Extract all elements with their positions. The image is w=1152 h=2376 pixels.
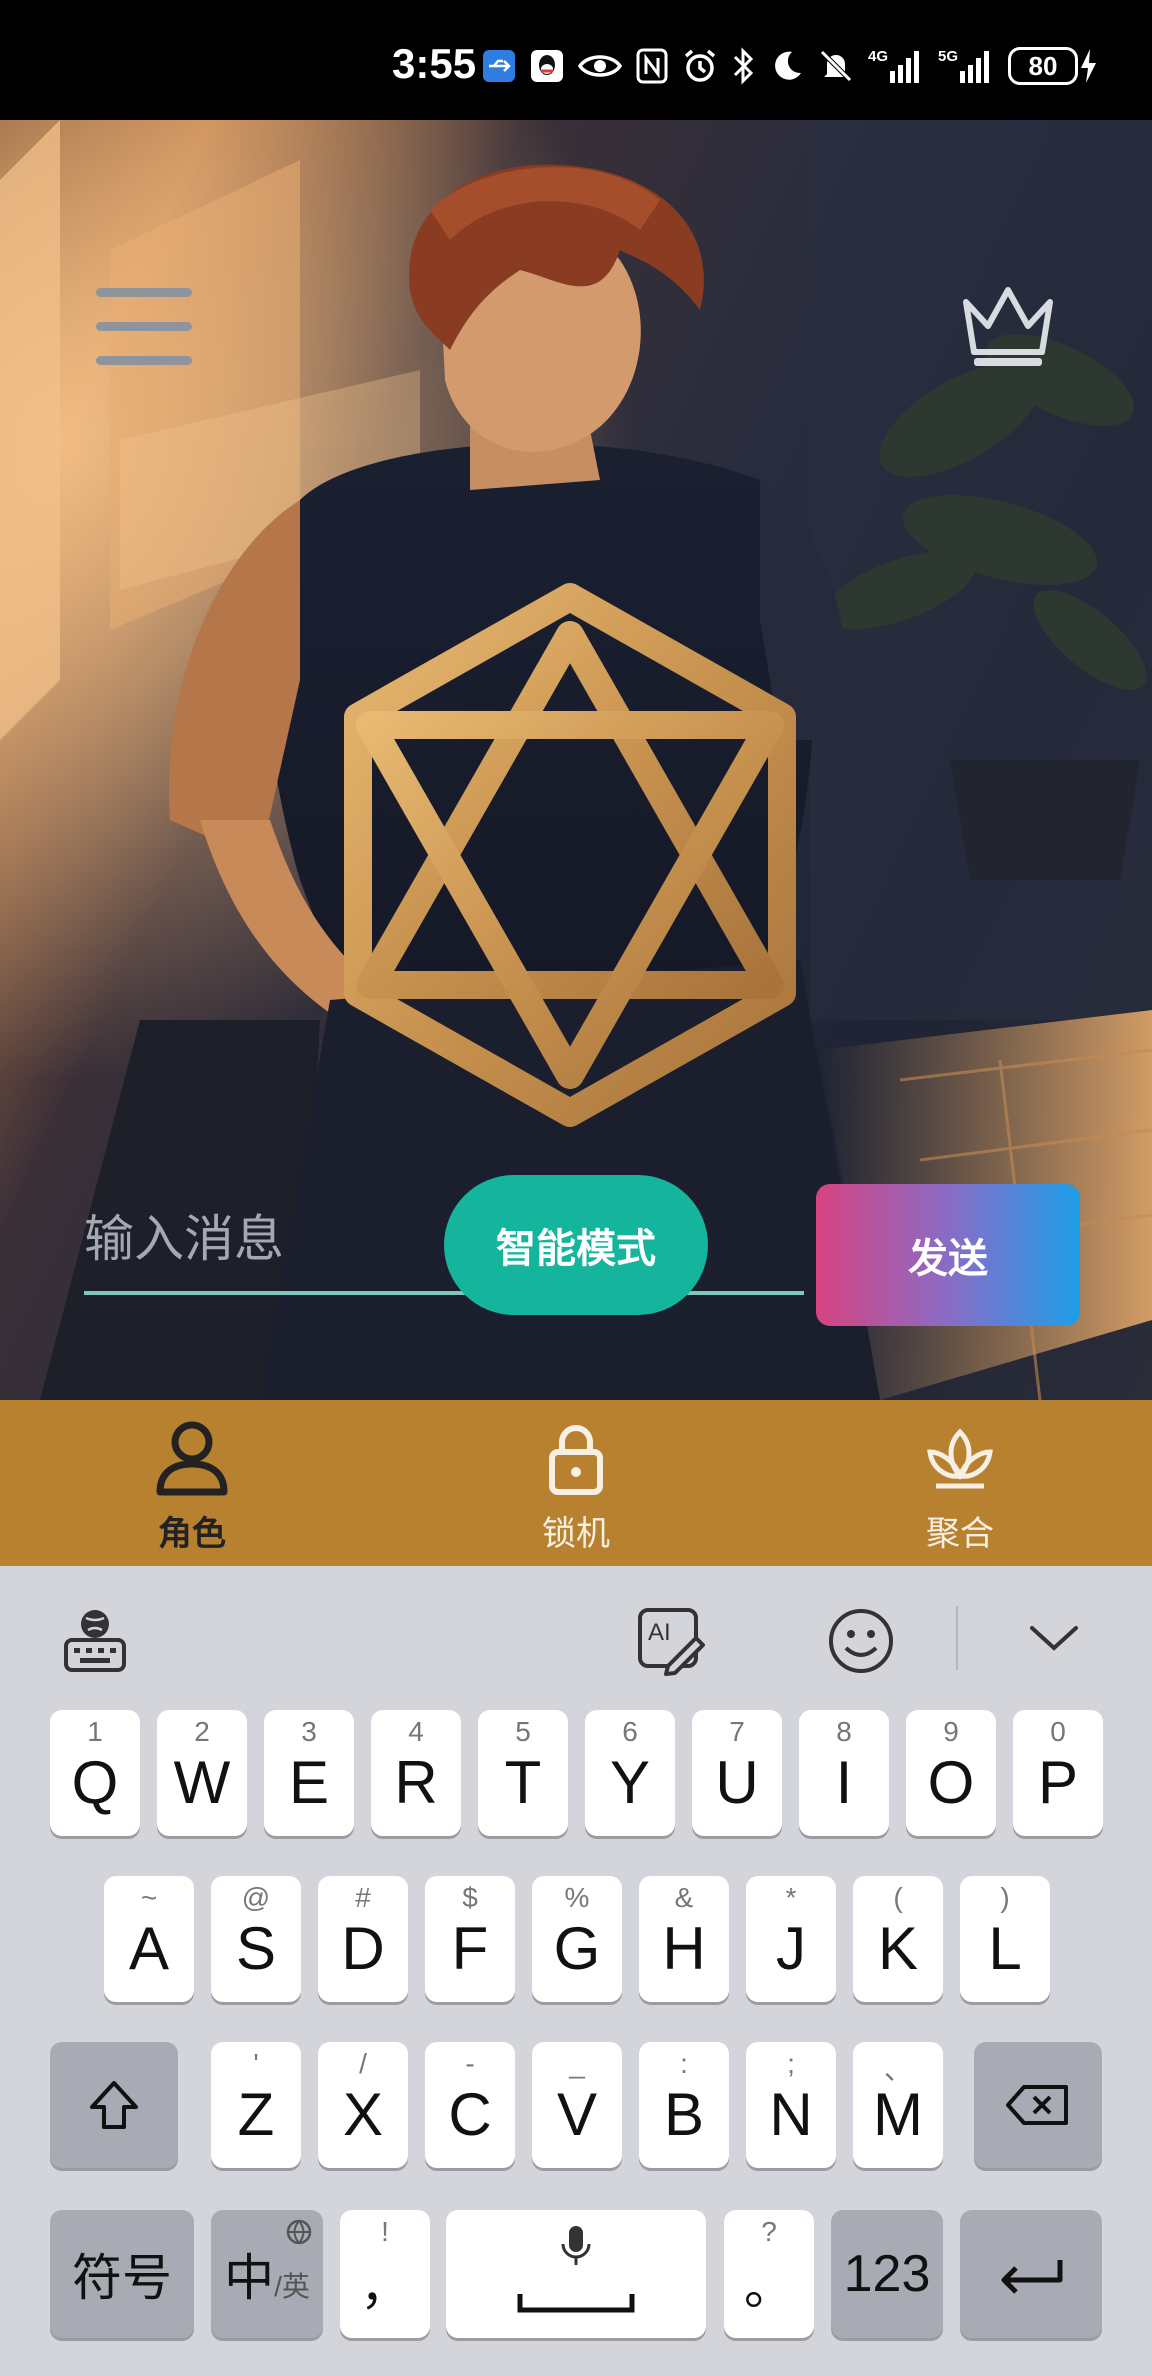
soft-keyboard: AI 1Q 2W 3E 4R 5T 6Y 7U 8I 9O 0P ~ A @ S #… <box>0 1566 1152 2376</box>
key-a[interactable]: ~ A <box>104 1876 194 2002</box>
hamburger-menu-icon[interactable] <box>96 280 192 376</box>
key-p[interactable]: 0P <box>1013 1710 1103 1836</box>
globe-icon <box>286 2219 312 2245</box>
key-k[interactable]: (K <box>853 1876 943 2002</box>
toolbar-divider <box>956 1606 958 1670</box>
key-w[interactable]: 2W <box>157 1710 247 1836</box>
key-m[interactable]: 、 M <box>853 2042 943 2168</box>
svg-text:AI: AI <box>648 1619 671 1646</box>
svg-text:5G: 5G <box>938 48 958 65</box>
key-l[interactable]: ) L <box>960 1876 1050 2002</box>
smart-mode-button[interactable]: 智能模式 <box>444 1175 708 1315</box>
key-o[interactable]: 9O <box>906 1710 996 1836</box>
key-h[interactable]: & H <box>639 1876 729 2002</box>
key-r[interactable]: 4R <box>371 1710 461 1836</box>
key-y[interactable]: 6Y <box>585 1710 675 1836</box>
input-underline <box>84 1291 804 1295</box>
key-d[interactable]: # D <box>318 1876 408 2002</box>
keyboard-toolbar: AI <box>0 1566 1152 1714</box>
backspace-icon <box>1006 2085 1068 2125</box>
shift-icon <box>90 2081 138 2129</box>
ai-write-icon[interactable]: AI <box>636 1606 706 1676</box>
key-n[interactable]: ; N <box>746 2042 836 2168</box>
period-key[interactable]: ?。 <box>724 2210 814 2338</box>
status-icons: 4G 5G 80 <box>482 44 1098 88</box>
nfc-icon <box>636 48 668 84</box>
signal-5g-icon: 5G <box>938 48 989 83</box>
lotus-icon <box>927 1428 993 1489</box>
comma-key[interactable]: !， <box>340 2210 430 2338</box>
space-key[interactable] <box>446 2210 706 2338</box>
hexagram-icon <box>344 583 796 1127</box>
key-x[interactable]: / X <box>318 2042 408 2168</box>
qq-icon <box>531 50 563 82</box>
person-icon <box>156 1421 228 1496</box>
nav-item-character[interactable]: 角色 <box>0 1400 384 1566</box>
enter-icon <box>1001 2260 1063 2294</box>
mute-icon <box>820 50 852 82</box>
space-bar-icon <box>517 2294 635 2313</box>
crown-icon[interactable] <box>958 282 1058 372</box>
key-z[interactable]: ' Z <box>211 2042 301 2168</box>
key-f[interactable]: $ F <box>425 1876 515 2002</box>
svg-text:4G: 4G <box>868 48 888 65</box>
eye-icon <box>578 55 622 77</box>
enter-key[interactable] <box>960 2210 1102 2338</box>
key-u[interactable]: 7U <box>692 1710 782 1836</box>
signal-4g-icon: 4G <box>868 48 919 83</box>
language-switch-key[interactable]: 中/英 <box>211 2210 323 2338</box>
status-time: 3:55 <box>392 40 477 87</box>
keyboard-settings-icon[interactable] <box>60 1606 130 1676</box>
symbols-key[interactable]: 符号 <box>50 2210 194 2338</box>
lang-sub-label: /英 <box>274 2271 310 2302</box>
send-button[interactable]: 发送 <box>816 1184 1080 1326</box>
bottom-navigation: 角色 锁机 聚合 <box>0 1400 1152 1566</box>
nav-label-lock: 锁机 <box>542 1514 610 1554</box>
emoji-icon[interactable] <box>826 1606 896 1676</box>
numbers-key[interactable]: 123 <box>831 2210 943 2338</box>
usb-icon <box>483 50 515 82</box>
key-b[interactable]: :B <box>639 2042 729 2168</box>
character-background: 智能模式 发送 <box>0 120 1152 1400</box>
lock-icon <box>549 1425 603 1495</box>
key-e[interactable]: 3E <box>264 1710 354 1836</box>
key-c[interactable]: -C <box>425 2042 515 2168</box>
status-bar: 3:55 4G 5G 80 <box>0 0 1152 120</box>
key-t[interactable]: 5T <box>478 1710 568 1836</box>
nav-label-aggregate: 聚合 <box>926 1514 994 1554</box>
collapse-keyboard-icon[interactable] <box>1026 1618 1082 1658</box>
bluetooth-icon <box>733 47 754 85</box>
key-s[interactable]: @ S <box>211 1876 301 2002</box>
microphone-icon <box>561 2226 591 2265</box>
key-j[interactable]: * J <box>746 1876 836 2002</box>
charging-icon <box>1081 49 1096 83</box>
key-i[interactable]: 8I <box>799 1710 889 1836</box>
key-q[interactable]: 1Q <box>50 1710 140 1836</box>
nav-item-lock[interactable]: 锁机 <box>384 1400 768 1566</box>
backspace-key[interactable] <box>974 2042 1102 2168</box>
nav-label-character: 角色 <box>158 1514 226 1554</box>
moon-icon <box>775 51 801 80</box>
shift-key[interactable] <box>50 2042 178 2168</box>
key-v[interactable]: _ V <box>532 2042 622 2168</box>
alarm-icon <box>684 49 716 82</box>
nav-item-aggregate[interactable]: 聚合 <box>768 1400 1152 1566</box>
key-g[interactable]: % G <box>532 1876 622 2002</box>
battery-level: 80 <box>1008 47 1078 85</box>
battery-indicator: 80 <box>1008 47 1098 85</box>
lang-main-label: 中 <box>224 2249 275 2307</box>
